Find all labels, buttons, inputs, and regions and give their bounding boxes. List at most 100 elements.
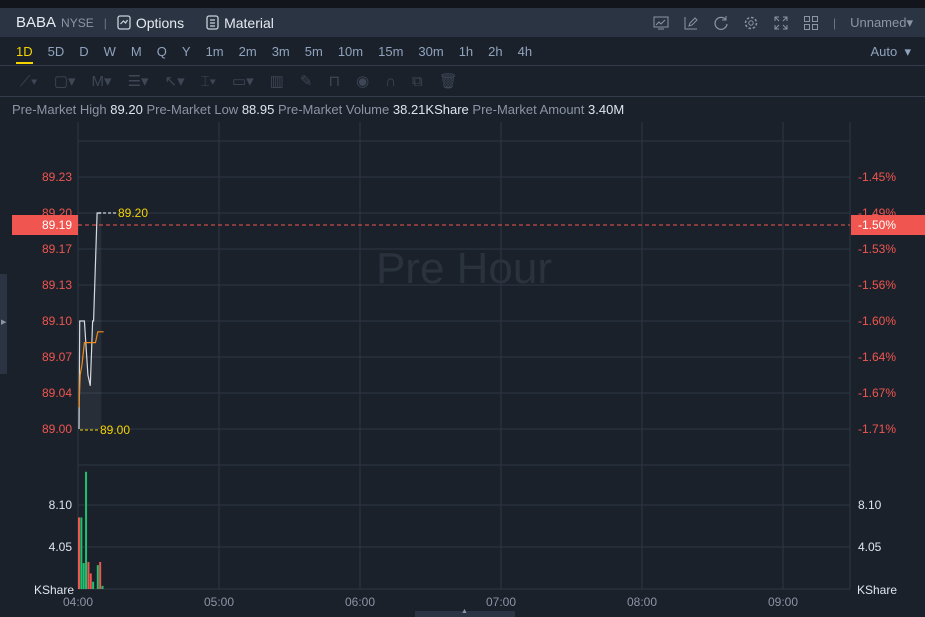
- scroll-up-icon: ▲: [461, 608, 468, 615]
- timeframe-30m[interactable]: 30m: [418, 37, 443, 66]
- layers-icon[interactable]: ⧉: [412, 73, 423, 90]
- pattern-tool-icon[interactable]: M▾: [92, 72, 112, 90]
- volume-bar: [92, 581, 95, 589]
- window-top-strip: [0, 0, 925, 8]
- divider: |: [103, 15, 107, 30]
- volume-bar: [99, 562, 102, 589]
- percent-tick-label: -1.64%: [858, 350, 896, 364]
- expand-arrow-icon: ▶: [1, 319, 7, 326]
- volume-bar: [82, 563, 85, 589]
- draw-pencil-icon[interactable]: [683, 15, 699, 31]
- fullscreen-icon[interactable]: [773, 15, 789, 31]
- price-chart[interactable]: Pre Hour 89.23 89.20 89.17 89.13 89.10 89.07 89…: [0, 122, 925, 617]
- pencil-icon[interactable]: ✎: [300, 72, 313, 90]
- timeframe-15m[interactable]: 15m: [378, 37, 403, 66]
- symbol: BABA: [16, 14, 57, 31]
- volume-bar: [89, 573, 92, 589]
- time-tick-label: 04:00: [63, 595, 93, 609]
- layout-name-dropdown[interactable]: Unnamed▾: [850, 15, 913, 31]
- timeframe-D[interactable]: D: [79, 37, 88, 66]
- price-tick-label: 89.10: [42, 314, 72, 328]
- time-tick-label: 05:00: [204, 595, 234, 609]
- layout-grid-icon[interactable]: [803, 15, 819, 31]
- time-tick-label: 08:00: [627, 595, 657, 609]
- watermark: Pre Hour: [376, 244, 552, 293]
- options-icon: [117, 15, 131, 30]
- low-value: 88.95: [241, 102, 275, 117]
- indicator-chart-icon[interactable]: [653, 15, 669, 31]
- high-label: Pre-Market High: [12, 102, 107, 117]
- price-tick-label: 89.17: [42, 242, 72, 256]
- timeframe-1m[interactable]: 1m: [206, 37, 224, 66]
- premarket-info: Pre-Market High 89.20 Pre-Market Low 88.…: [12, 102, 624, 117]
- percent-tick-label: -1.67%: [858, 386, 896, 400]
- timeframe-5D[interactable]: 5D: [48, 37, 65, 66]
- trend-line-tool-icon[interactable]: ⟋▾: [20, 73, 38, 90]
- amount-label: Pre-Market Amount: [472, 102, 585, 117]
- time-tick-label: 09:00: [768, 595, 798, 609]
- price-tick-label: 89.04: [42, 386, 72, 400]
- volume-bar: [85, 471, 88, 589]
- amount-value: 3.40M: [588, 102, 625, 117]
- percent-tick-label: -1.56%: [858, 278, 896, 292]
- low-label: Pre-Market Low: [146, 102, 239, 117]
- text-tool-icon[interactable]: ▭▾: [232, 72, 254, 90]
- trash-icon[interactable]: 🗑︎: [439, 72, 458, 90]
- timeframe-3m[interactable]: 3m: [272, 37, 290, 66]
- volume-bar: [78, 517, 80, 589]
- timeframe-Y[interactable]: Y: [182, 37, 191, 66]
- price-tick-label: 89.00: [42, 422, 72, 436]
- material-label: Material: [224, 14, 274, 31]
- magnet-icon[interactable]: ∩: [385, 73, 396, 90]
- volume-tick-label: 8.10: [858, 498, 882, 512]
- divider: |: [832, 15, 837, 30]
- timeframe-Q[interactable]: Q: [157, 37, 167, 66]
- lock-icon[interactable]: ⊓: [328, 72, 340, 90]
- scale-mode-dropdown[interactable]: Auto ▾: [871, 37, 912, 66]
- timeframe-1h[interactable]: 1h: [459, 37, 473, 66]
- percent-tick-label: -1.60%: [858, 314, 896, 328]
- volume-tick-label: 8.10: [49, 498, 73, 512]
- timeframe-10m[interactable]: 10m: [338, 37, 363, 66]
- fibonacci-tool-icon[interactable]: ☰▾: [128, 72, 149, 90]
- volume-label: Pre-Market Volume: [277, 102, 390, 117]
- arrow-tool-icon[interactable]: ↖▾: [165, 72, 185, 90]
- sidebar-toggle[interactable]: ▶: [0, 274, 7, 374]
- current-percent-label: -1.50%: [858, 218, 896, 232]
- scale-mode: Auto: [870, 44, 898, 59]
- material-button[interactable]: Material: [206, 15, 274, 31]
- drawing-toolbar: ⟋▾ ▢▾ M▾ ☰▾ ↖▾ ⌶▾ ▭▾ ▥ ✎ ⊓ ◉ ∩ ⧉ 🗑︎: [0, 66, 925, 97]
- measure-tool-icon[interactable]: ⌶▾: [201, 73, 216, 90]
- percent-tick-label: -1.45%: [858, 170, 896, 184]
- timeframe-4h[interactable]: 4h: [518, 37, 532, 66]
- volume-bar: [101, 585, 104, 589]
- timeframe-5m[interactable]: 5m: [305, 37, 323, 66]
- options-label: Options: [135, 14, 185, 31]
- current-price-label: 89.19: [42, 218, 72, 232]
- volume-unit-label: KShare: [857, 583, 897, 597]
- settings-gear-icon[interactable]: [743, 15, 759, 31]
- bars-tool-icon[interactable]: ▥: [270, 72, 284, 90]
- volume-bar: [80, 517, 83, 589]
- volume-value: 38.21KShare: [392, 102, 469, 117]
- timeframe-W[interactable]: W: [104, 37, 116, 66]
- price-tick-label: 89.23: [42, 170, 72, 184]
- percent-tick-label: -1.71%: [858, 422, 896, 436]
- percent-tick-label: -1.53%: [858, 242, 896, 256]
- timeline-scroll-handle[interactable]: ▲: [415, 608, 515, 617]
- volume-bar: [87, 562, 90, 589]
- rectangle-tool-icon[interactable]: ▢▾: [54, 72, 76, 90]
- refresh-icon[interactable]: [713, 15, 729, 31]
- options-button[interactable]: Options: [117, 15, 184, 31]
- timeframe-M[interactable]: M: [131, 37, 142, 66]
- eye-icon[interactable]: ◉: [356, 72, 369, 90]
- volume-bar: [96, 565, 99, 589]
- time-tick-label: 07:00: [486, 595, 516, 609]
- low-marker-label: 89.00: [100, 423, 130, 437]
- timeframe-2h[interactable]: 2h: [488, 37, 502, 66]
- timeframe-2m[interactable]: 2m: [239, 37, 257, 66]
- timeframe-1D[interactable]: 1D: [16, 37, 33, 66]
- exchange: NYSE: [61, 15, 94, 30]
- layout-name: Unnamed: [850, 14, 907, 30]
- price-tick-label: 89.13: [42, 278, 72, 292]
